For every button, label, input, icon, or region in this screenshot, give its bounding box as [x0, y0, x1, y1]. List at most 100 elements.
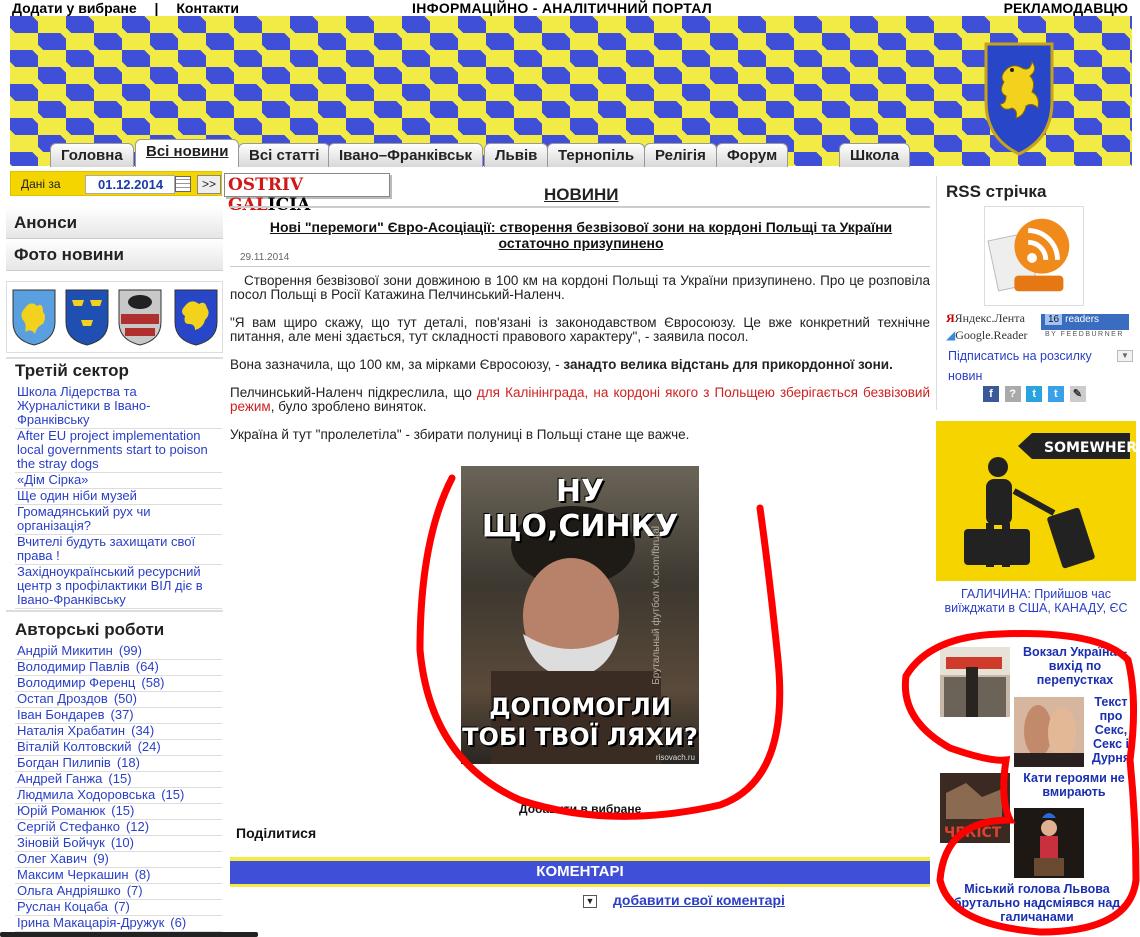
yandex-icon: Я	[946, 311, 955, 325]
top-links: Додати у вибране | Контакти	[12, 0, 239, 16]
portal-title: ІНФОРМАЦІЙНО - АНАЛІТИЧНИЙ ПОРТАЛ	[412, 0, 712, 16]
article-date: 29.11.2014	[240, 252, 290, 263]
third-sector-item[interactable]: «Дім Сірка»	[15, 473, 222, 489]
news-link-lviv-mayor[interactable]: Міський голова Львова брутально надсміяв…	[942, 882, 1132, 924]
comments-heading: КОМЕНТАРІ	[230, 857, 930, 887]
author-item[interactable]: Зіновій Бойчук (10)	[15, 836, 222, 852]
top-bar: Додати у вибране | Контакти ІНФОРМАЦІЙНО…	[0, 0, 1140, 16]
chekist-thumbnail[interactable]: ЧЕКІСТ	[940, 773, 1010, 843]
author-count: (15)	[108, 771, 132, 786]
date-field[interactable]: 01.12.2014	[85, 175, 175, 194]
add-to-favorites-button[interactable]: Добавити в вибране	[519, 802, 641, 816]
third-sector-item[interactable]: After EU project implementation local go…	[15, 429, 222, 473]
author-item[interactable]: Руслан Коцаба (7)	[15, 900, 222, 916]
contacts-link[interactable]: Контакти	[176, 0, 239, 16]
add-to-favorites-link[interactable]: Додати у вибране	[12, 0, 137, 16]
twitter-icon[interactable]: t	[1026, 386, 1043, 402]
news-heading[interactable]: НОВИНИ	[544, 185, 619, 205]
paragraph-text: "Я вам щиро скажу, що тут деталі, пов'яз…	[230, 315, 930, 344]
author-item[interactable]: Олег Хавич (9)	[15, 852, 222, 868]
advertisers-link[interactable]: РЕКЛАМОДАВЦЮ	[1004, 0, 1128, 16]
author-item[interactable]: Володимир Ференц (58)	[15, 676, 222, 692]
facebook-icon[interactable]: f	[983, 386, 999, 402]
tab-ternopil[interactable]: Тернопіль	[547, 143, 646, 167]
author-item[interactable]: Остап Дроздов (50)	[15, 692, 222, 708]
announcements-link[interactable]: Анонси	[6, 207, 223, 239]
author-count: (7)	[114, 899, 130, 914]
rss-reader-icon[interactable]	[984, 206, 1084, 306]
third-sector-item[interactable]: Вчителі будуть захищати свої права !	[15, 535, 222, 565]
author-item[interactable]: Наталія Храбатин (34)	[15, 724, 222, 740]
tab-home[interactable]: Головна	[50, 143, 134, 167]
section-divider	[6, 357, 223, 359]
author-item[interactable]: Сергій Стефанко (12)	[15, 820, 222, 836]
news-link-text-about-sex[interactable]: Текст про Секс, Секс і Дурня	[1088, 695, 1134, 765]
horizontal-scrollbar[interactable]	[0, 932, 258, 937]
author-count: (50)	[113, 691, 137, 706]
third-sector-item[interactable]: Школа Лідерства та Журналістики в Івано-…	[15, 385, 222, 429]
crest-blue-lion-icon[interactable]	[11, 288, 57, 346]
tab-school[interactable]: Школа	[839, 143, 911, 167]
author-name: Віталій Колтовский	[17, 739, 132, 754]
author-item[interactable]: Ольга Андріяшко (7)	[15, 884, 222, 900]
author-count: (15)	[111, 803, 135, 818]
tab-all-articles[interactable]: Всі статті	[238, 143, 331, 167]
travel-ad-caption[interactable]: ГАЛИЧИНА: Прийшов час виїжджати в США, К…	[940, 587, 1132, 615]
logo-part-icia: ICIA	[267, 195, 311, 215]
tab-forum[interactable]: Форум	[716, 143, 789, 167]
text-about-sex-thumbnail[interactable]	[1014, 697, 1084, 767]
author-item[interactable]: Іван Бондарев (37)	[15, 708, 222, 724]
author-count: (10)	[110, 835, 134, 850]
news-link-executioners[interactable]: Кати героями не вмирають	[1014, 771, 1134, 799]
author-item[interactable]: Людмила Ходоровська (15)	[15, 788, 222, 804]
train-station-thumbnail[interactable]	[940, 647, 1010, 717]
author-item[interactable]: Максим Черкашин (8)	[15, 868, 222, 884]
author-name: Володимир Ференц	[17, 675, 136, 690]
crest-galicia-lion-icon[interactable]	[173, 288, 219, 346]
add-comment-link[interactable]: добавити свої коментарі	[613, 892, 785, 908]
news-link-train-station[interactable]: Вокзал Україна – вихід по перепустках	[1016, 645, 1134, 687]
subscribe-link[interactable]: Підписатись на розсилку новин	[948, 346, 1118, 386]
tab-all-news[interactable]: Всі новини	[135, 139, 240, 167]
paragraph-text: , було зроблено виняток.	[270, 399, 427, 414]
tab-ivano-frankivsk[interactable]: Івано–Франківськ	[328, 143, 484, 167]
tab-lviv[interactable]: Львів	[484, 143, 549, 167]
tab-religion[interactable]: Релігія	[644, 143, 717, 167]
author-item[interactable]: Юрій Романюк (15)	[15, 804, 222, 820]
photo-news-link[interactable]: Фото новини	[6, 239, 223, 271]
author-item[interactable]: Ірина Макацарія-Дружук (6)	[15, 916, 222, 932]
author-name: Андрей Ганжа	[17, 771, 103, 786]
section-divider	[6, 610, 223, 612]
author-item[interactable]: Віталій Колтовский (24)	[15, 740, 222, 756]
date-go-button[interactable]: >>	[197, 175, 221, 194]
lviv-mayor-thumbnail[interactable]	[1014, 808, 1084, 878]
author-item[interactable]: Володимир Павлів (64)	[15, 660, 222, 676]
author-item[interactable]: Богдан Пилипів (18)	[15, 756, 222, 772]
author-item[interactable]: Андрій Микитин (99)	[15, 644, 222, 660]
ostriv-galicia-logo[interactable]: OSTRIV GALICIA	[224, 173, 390, 215]
google-reader-link[interactable]: ◢Google.Reader	[946, 327, 1028, 344]
crest-three-crowns-icon[interactable]	[64, 288, 110, 346]
edit-icon[interactable]: ✎	[1069, 386, 1086, 402]
third-sector-item[interactable]: Ще один ніби музей	[15, 489, 222, 505]
author-name: Руслан Коцаба	[17, 899, 108, 914]
subscribe-toggle[interactable]: ▼	[1117, 350, 1133, 362]
yandex-lenta-link[interactable]: ЯЯндекс.Лента	[946, 310, 1028, 327]
article-title[interactable]: Нові "перемоги" Євро-Асоціації: створенн…	[236, 219, 926, 251]
calendar-icon[interactable]	[175, 176, 191, 192]
bird-icon[interactable]: t	[1047, 386, 1064, 402]
author-item[interactable]: Андрей Ганжа (15)	[15, 772, 222, 788]
author-name: Андрій Микитин	[17, 643, 113, 658]
travel-ad-banner[interactable]: SOMEWHERE	[936, 421, 1136, 581]
author-name: Іван Бондарев	[17, 707, 105, 722]
like-icon[interactable]: ?	[1004, 386, 1021, 402]
author-name: Остап Дроздов	[17, 691, 108, 706]
crest-jackdaw-icon[interactable]	[117, 288, 163, 346]
author-count: (8)	[134, 867, 151, 882]
feedburner-readers-badge[interactable]: 16 readers	[1041, 314, 1129, 330]
third-sector-item[interactable]: Західноукраїнський ресурсний центр з про…	[15, 565, 222, 609]
expand-icon[interactable]: ▼	[583, 894, 597, 908]
third-sector-item[interactable]: Громадянський рух чи організація?	[15, 505, 222, 535]
author-name: Наталія Храбатин	[17, 723, 126, 738]
left-sidebar: Анонси Фото новини	[6, 207, 223, 271]
